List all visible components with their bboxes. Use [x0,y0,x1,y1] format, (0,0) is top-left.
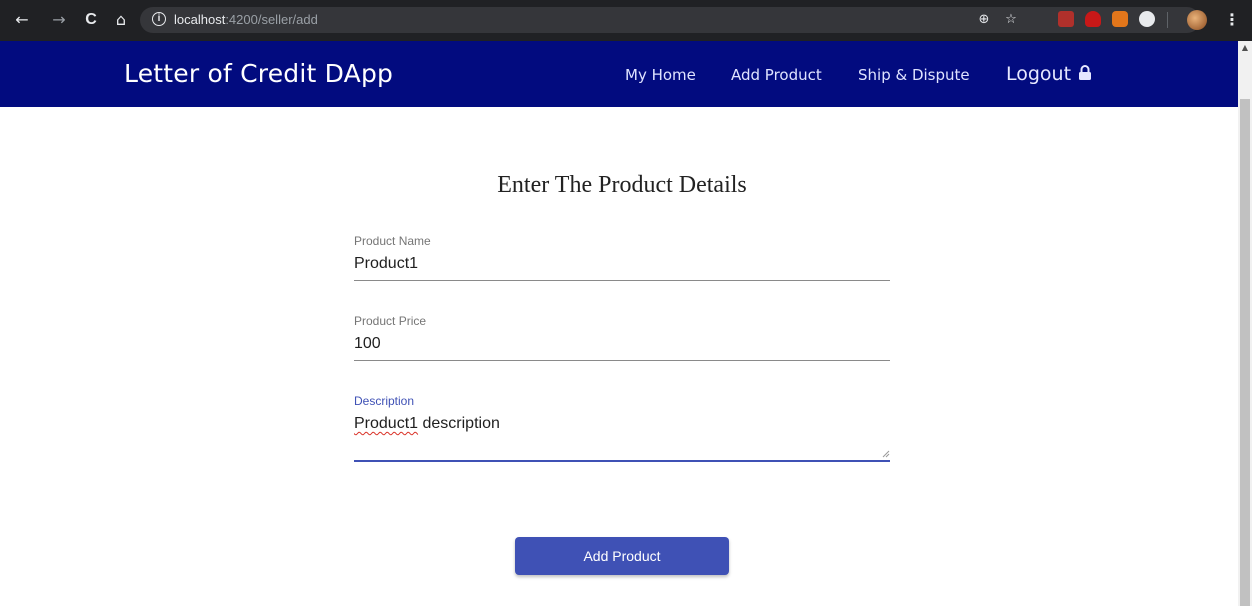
zoom-icon[interactable]: ⊕ [976,12,992,28]
product-name-input[interactable]: Product1 [354,254,890,274]
page-scrollbar[interactable]: ▲ [1238,41,1252,606]
home-icon[interactable]: ⌂ [110,9,132,31]
nav-my-home[interactable]: My Home [625,65,696,85]
description-text: description [418,415,500,432]
forward-icon[interactable]: → [48,9,70,31]
browser-toolbar: ← → C ⌂ i localhost:4200/seller/add ⊕ ☆ … [0,0,1252,41]
description-textarea[interactable]: Product1 description [354,414,890,434]
description-underline [354,460,890,462]
site-info-icon[interactable]: i [152,12,166,26]
ublock-extension-icon[interactable] [1085,11,1101,27]
nav-add-product[interactable]: Add Product [731,65,822,85]
brand-title: Letter of Credit DApp [124,59,394,88]
url-path: :4200/seller/add [225,12,318,27]
toolbar-divider [1167,12,1168,28]
product-price-label: Product Price [354,314,427,328]
lock-icon [1079,64,1092,80]
product-price-input[interactable]: 100 [354,334,890,354]
logout-link[interactable]: Logout [1006,62,1092,86]
url-text[interactable]: localhost:4200/seller/add [174,11,318,29]
address-bar[interactable]: i localhost:4200/seller/add ⊕ ☆ [140,7,1200,33]
product-name-underline [354,280,890,281]
description-field[interactable]: Description Product1 description [354,394,890,464]
logout-label: Logout [1006,63,1072,85]
reload-icon[interactable]: C [80,9,102,31]
url-host: localhost [174,12,226,27]
nav-ship-dispute[interactable]: Ship & Dispute [858,65,970,85]
product-name-field[interactable]: Product Name Product1 [354,234,890,282]
app-header: Letter of Credit DApp My Home Add Produc… [0,41,1238,107]
back-icon[interactable]: ← [11,9,33,31]
adobe-extension-icon[interactable] [1058,11,1074,27]
bookmark-star-icon[interactable]: ☆ [1003,12,1019,28]
description-label: Description [354,394,415,408]
scroll-up-arrow-icon[interactable]: ▲ [1238,41,1252,55]
scroll-thumb[interactable] [1240,99,1250,606]
extension-icon[interactable] [1139,11,1155,27]
misspelled-word: Product1 [354,415,419,432]
add-product-button[interactable]: Add Product [515,537,729,575]
product-price-field[interactable]: Product Price 100 [354,314,890,362]
profile-avatar[interactable] [1187,10,1207,30]
product-name-label: Product Name [354,234,431,248]
form-title: Enter The Product Details [497,172,747,198]
resize-handle-icon[interactable] [882,450,890,458]
browser-menu-icon[interactable]: ⋮ [1224,10,1240,30]
metamask-extension-icon[interactable] [1112,11,1128,27]
product-price-underline [354,360,890,361]
